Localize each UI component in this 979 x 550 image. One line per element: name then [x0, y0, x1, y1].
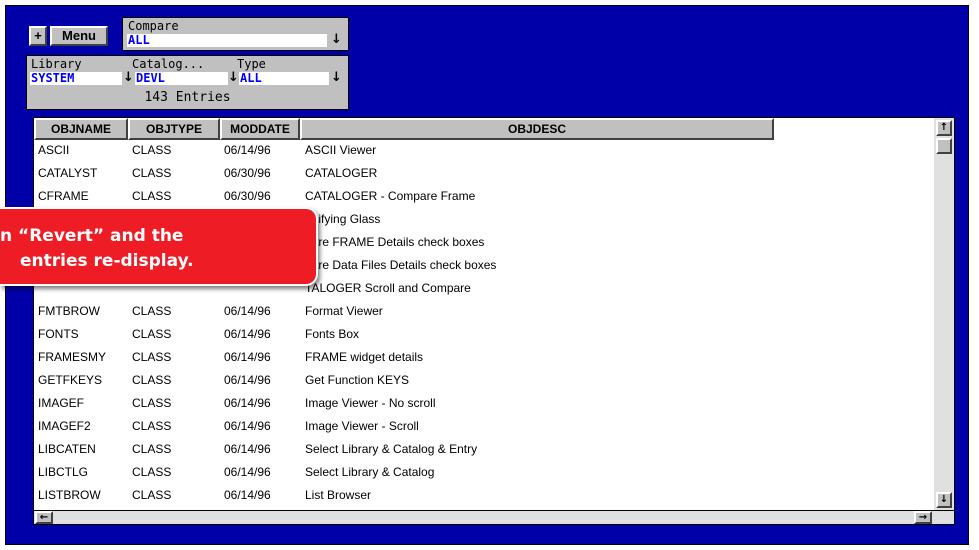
plus-button[interactable]: + — [29, 26, 47, 46]
menu-button[interactable]: Menu — [50, 26, 108, 46]
table-cell-date: 06/14/96 — [224, 304, 271, 318]
table-cell-type: CLASS — [132, 488, 172, 502]
table-row[interactable]: IMAGEF2 CLASS 06/14/96 Image Viewer - Scrol… — [34, 416, 934, 439]
table-cell-name: LIBCTLG — [38, 465, 89, 479]
table-cell-name: LISTBROW — [38, 488, 101, 502]
table-cell-desc: Image Viewer - No scroll — [305, 396, 436, 410]
table-cell-desc: Fonts Box — [305, 327, 360, 341]
library-select[interactable]: SYSTEM — [30, 72, 122, 85]
scroll-thumb[interactable] — [936, 138, 952, 154]
table-cell-type: CLASS — [132, 442, 172, 456]
table-cell-date: 06/14/96 — [224, 143, 271, 157]
table-row[interactable]: FONTS CLASS 06/14/96 Fonts Box — [34, 324, 934, 347]
table-row[interactable]: FRAMESMY CLASS 06/14/96 FRAME widget detail… — [34, 347, 934, 370]
compare-select[interactable]: ALL — [127, 34, 327, 47]
table-cell-name: GETFKEYS — [38, 373, 103, 387]
table-cell-date: 06/14/96 — [224, 350, 271, 364]
column-header-moddate[interactable]: MODDATE — [220, 118, 300, 140]
library-label: Library — [31, 57, 82, 71]
table-cell-name: ASCII — [38, 143, 70, 157]
compare-panel: Compare ALL ↓ — [122, 17, 349, 51]
left-arrow-icon[interactable]: ← — [35, 511, 53, 524]
table-row[interactable]: LIBCTLG CLASS 06/14/96 Select Library & Cat… — [34, 462, 934, 485]
table-cell-name: LIBCATEN — [38, 442, 96, 456]
table-cell-type: CLASS — [132, 396, 172, 410]
table-cell-type: CLASS — [132, 327, 172, 341]
table-row[interactable]: FMTBROW CLASS 06/14/96 Format Viewer — [34, 301, 934, 324]
table-cell-type: CLASS — [132, 465, 172, 479]
type-label: Type — [237, 57, 266, 71]
down-arrow-icon[interactable]: ↓ — [331, 71, 342, 84]
table-row[interactable]: CATALYST CLASS 06/30/96 CATALOGER — [34, 163, 934, 186]
table-cell-date: 06/14/96 — [224, 327, 271, 341]
catalog-label: Catalog... — [132, 57, 205, 71]
table-cell-date: 06/14/96 — [224, 488, 271, 502]
table-row[interactable]: GETFKEYS CLASS 06/14/96 Get Function KEYS — [34, 370, 934, 393]
table-row[interactable]: LISTBROW CLASS 06/14/96 List Browser — [34, 485, 934, 508]
horizontal-scrollbar[interactable]: ← → — [34, 510, 954, 524]
vertical-scrollbar[interactable]: ↑ ↓ — [934, 118, 954, 510]
table-cell-date: 06/14/96 — [224, 419, 271, 433]
table-cell-name: FONTS — [38, 327, 79, 341]
app-window: + Menu Compare ALL ↓ Library Catalog... … — [0, 0, 979, 550]
table-cell-type: CLASS — [132, 166, 172, 180]
table-cell-desc: ASCII Viewer — [305, 143, 377, 157]
column-header-objdesc[interactable]: OBJDESC — [300, 118, 774, 140]
down-arrow-icon[interactable]: ↓ — [228, 71, 239, 84]
table-cell-type: CLASS — [132, 373, 172, 387]
table-cell-name: CATALYST — [38, 166, 98, 180]
table-cell-type: CLASS — [132, 189, 172, 203]
table-cell-desc: CATALOGER - Compare Frame — [305, 189, 476, 203]
table-cell-date: 06/14/96 — [224, 465, 271, 479]
right-arrow-icon[interactable]: → — [914, 511, 932, 524]
table-cell-type: CLASS — [132, 143, 172, 157]
entries-count: 143 Entries — [144, 90, 231, 105]
table-cell-desc: TALOGER Scroll and Compare — [305, 281, 471, 295]
catalog-select[interactable]: DEVL — [135, 72, 228, 85]
table-cell-desc: pare FRAME Details check boxes — [305, 235, 485, 249]
table-row[interactable]: CFRAME CLASS 06/30/96 CATALOGER - Compare F… — [34, 186, 934, 209]
table-cell-date: 06/30/96 — [224, 189, 271, 203]
table-cell-desc: Format Viewer — [305, 304, 383, 318]
table-cell-desc: Select Library & Catalog — [305, 465, 435, 479]
table-cell-date: 06/14/96 — [224, 373, 271, 387]
table-cell-date: 06/14/96 — [224, 396, 271, 410]
table-cell-date: 06/30/96 — [224, 166, 271, 180]
table-cell-desc: pare Data Files Details check boxes — [305, 258, 497, 272]
table-cell-desc: CATALOGER — [305, 166, 378, 180]
table-cell-desc: FRAME widget details — [305, 350, 424, 364]
table-cell-desc: List Browser — [305, 488, 372, 502]
compare-label: Compare — [128, 19, 179, 33]
table-cell-name: FRAMESMY — [38, 350, 107, 364]
column-header-objname[interactable]: OBJNAME — [34, 118, 128, 140]
column-header-objtype[interactable]: OBJTYPE — [128, 118, 220, 140]
table-cell-date: 06/14/96 — [224, 442, 271, 456]
down-arrow-icon[interactable]: ↓ — [331, 33, 342, 46]
up-arrow-icon[interactable]: ↑ — [936, 120, 952, 136]
instruction-callout: n “Revert” and the entries re-display. — [0, 207, 318, 286]
down-arrow-icon[interactable]: ↓ — [123, 71, 134, 84]
table-cell-name: CFRAME — [38, 189, 89, 203]
down-arrow-icon[interactable]: ↓ — [936, 492, 952, 508]
table-cell-name: IMAGEF2 — [38, 419, 91, 433]
table-cell-name: FMTBROW — [38, 304, 100, 318]
table-row[interactable]: IMAGEF CLASS 06/14/96 Image Viewer - No scr… — [34, 393, 934, 416]
table-cell-desc: Select Library & Catalog & Entry — [305, 442, 478, 456]
table-cell-type: CLASS — [132, 350, 172, 364]
table-cell-desc: Get Function KEYS — [305, 373, 410, 387]
type-select[interactable]: ALL — [239, 72, 329, 85]
table-cell-desc: Image Viewer - Scroll — [305, 419, 419, 433]
filter-panel: Library Catalog... Type SYSTEM ↓ DEVL ↓ … — [26, 55, 349, 110]
table-row[interactable]: LIBCATEN CLASS 06/14/96 Select Library & Ca… — [34, 439, 934, 462]
entries-table: OBJNAME OBJTYPE MODDATE OBJDESC ASCII CLA… — [33, 117, 955, 525]
table-cell-name: IMAGEF — [38, 396, 85, 410]
table-cell-type: CLASS — [132, 419, 172, 433]
table-row[interactable]: ASCII CLASS 06/14/96 ASCII Viewer — [34, 140, 934, 163]
callout-line-1: n “Revert” and the — [0, 226, 184, 246]
table-cell-type: CLASS — [132, 304, 172, 318]
callout-line-2: entries re-display. — [20, 251, 194, 271]
